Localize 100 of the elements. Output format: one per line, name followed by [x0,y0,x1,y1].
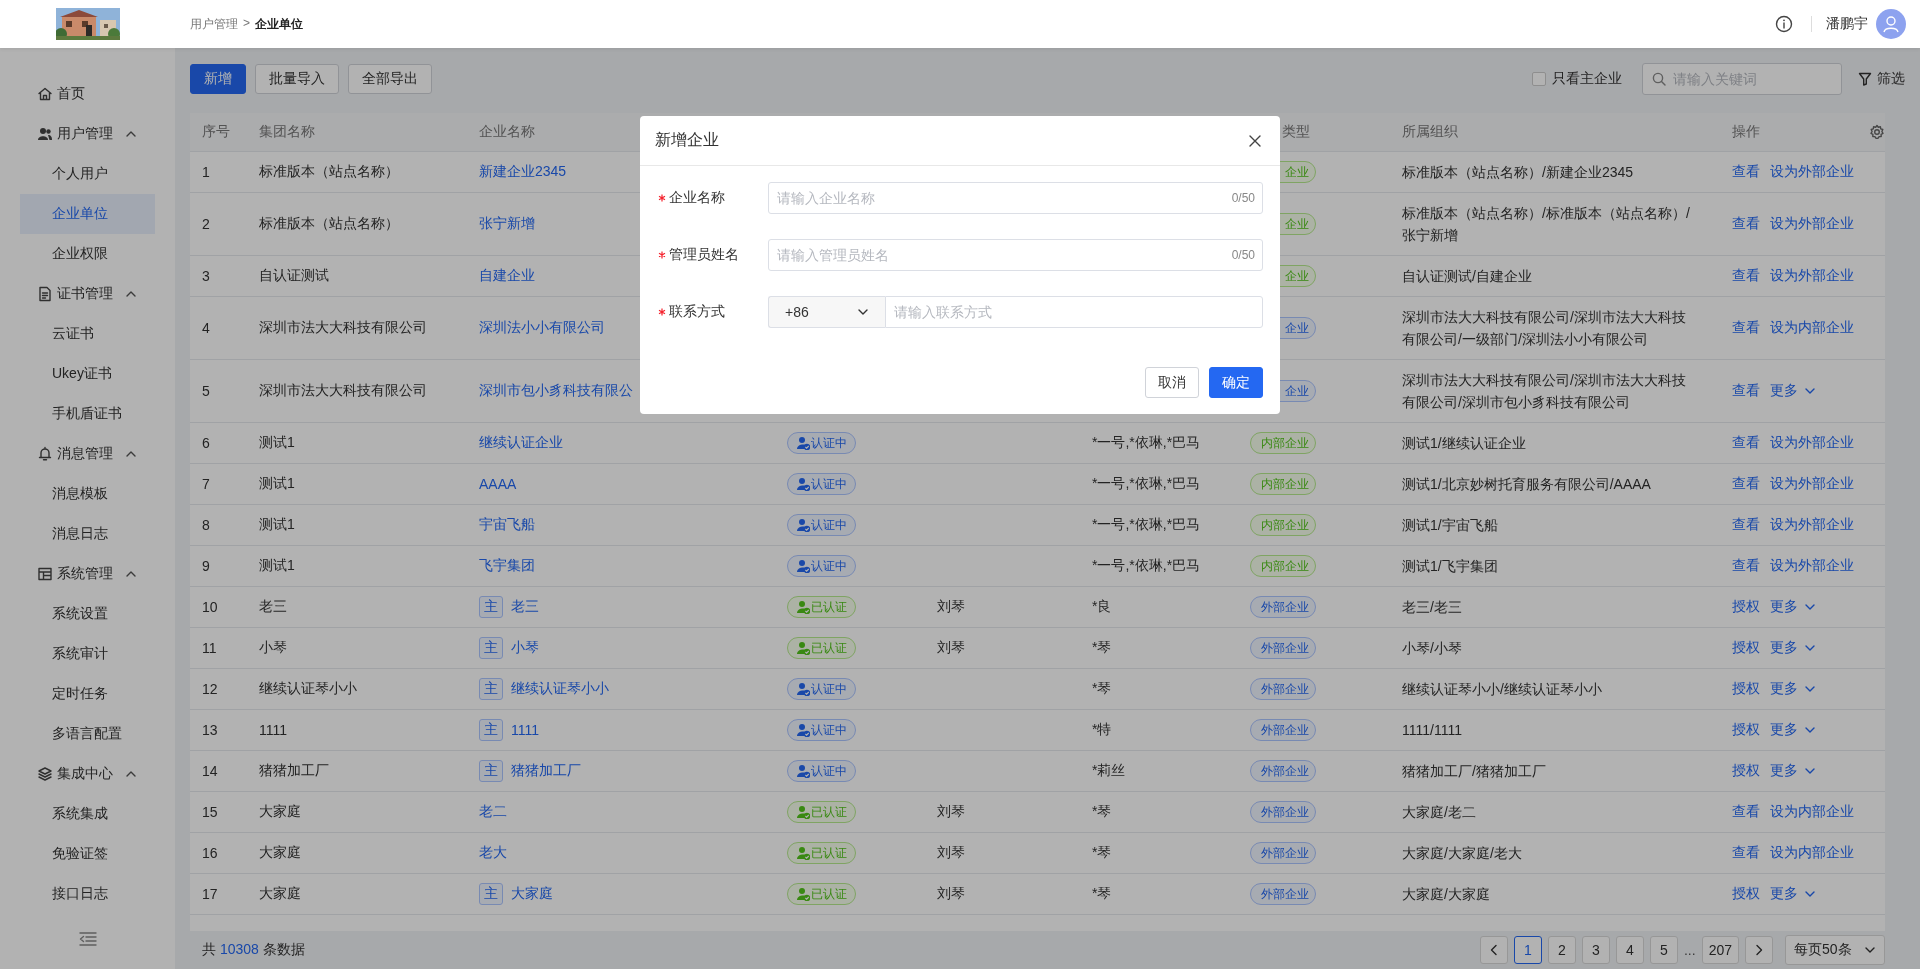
sidebar-item[interactable]: 系统设置 [20,594,155,634]
sidebar-item[interactable]: 系统审计 [20,634,155,674]
sidebar-item[interactable]: 用户管理 [20,114,155,154]
sidebar-item[interactable]: 首页 [20,74,155,114]
more-link[interactable]: 更多 [1770,885,1816,903]
sidebar-item[interactable]: 云证书 [20,314,155,354]
action-link[interactable]: 授权 [1732,639,1760,657]
action-link[interactable]: 设为外部企业 [1770,557,1854,575]
page-size-select[interactable]: 每页50条 [1785,935,1885,965]
country-code-select[interactable]: +86 [768,296,885,328]
info-icon[interactable] [1775,15,1793,33]
sidebar-item[interactable]: 企业单位 [20,194,155,234]
action-link[interactable]: 授权 [1732,885,1760,903]
action-link[interactable]: 查看 [1732,844,1760,862]
action-link[interactable]: 查看 [1732,215,1760,233]
sidebar-item[interactable]: 个人用户 [20,154,155,194]
menu-item-icon [37,766,53,782]
sidebar-item[interactable]: 系统管理 [20,554,155,594]
more-link[interactable]: 更多 [1770,598,1816,616]
action-link[interactable]: 查看 [1732,163,1760,181]
action-link[interactable]: 查看 [1732,319,1760,337]
action-link[interactable]: 查看 [1732,557,1760,575]
company-link[interactable]: 继续认证企业 [479,434,563,452]
settings-icon[interactable] [1869,124,1885,140]
company-link[interactable]: 宇宙飞船 [479,516,535,534]
sidebar-item[interactable]: 企业权限 [20,234,155,274]
action-link[interactable]: 查看 [1732,434,1760,452]
more-link[interactable]: 更多 [1770,680,1816,698]
more-link[interactable]: 更多 [1770,639,1816,657]
previous-page-button[interactable] [1479,936,1508,964]
page-button[interactable]: 2 [1547,936,1576,964]
sidebar-item[interactable]: 证书管理 [20,274,155,314]
group-name: 自认证测试 [259,267,329,285]
company-link[interactable]: 新建企业2345 [479,163,567,181]
action-link[interactable]: 设为外部企业 [1770,475,1854,493]
company-link[interactable]: 深圳市包小豸科技有限公 [479,382,633,400]
sidebar-item[interactable]: 消息管理 [20,434,155,474]
close-icon[interactable] [1248,133,1262,148]
action-link[interactable]: 授权 [1732,680,1760,698]
company-link[interactable]: 1111 [511,722,540,738]
action-link[interactable]: 设为内部企业 [1770,803,1854,821]
sidebar-item[interactable]: 手机盾证书 [20,394,155,434]
page-button[interactable]: 5 [1649,936,1678,964]
confirm-button[interactable]: 确定 [1209,367,1263,398]
type-tag: 外部企业 [1250,637,1316,659]
sidebar-item[interactable]: 定时任务 [20,674,155,714]
sidebar-item[interactable]: 集成中心 [20,754,155,794]
add-button[interactable]: 新增 [190,64,246,94]
toolbar-button[interactable]: 批量导入 [255,64,339,94]
action-link[interactable]: 设为外部企业 [1770,267,1854,285]
sidebar-item[interactable]: 系统集成 [20,794,155,834]
page-button[interactable]: 1 [1513,936,1542,964]
action-link[interactable]: 查看 [1732,382,1760,400]
action-link[interactable]: 查看 [1732,516,1760,534]
company-link[interactable]: 自建企业 [479,267,535,285]
action-link[interactable]: 授权 [1732,721,1760,739]
sidebar-item[interactable]: 多语言配置 [20,714,155,754]
action-link[interactable]: 查看 [1732,803,1760,821]
company-link[interactable]: 小琴 [511,639,539,657]
company-link[interactable]: AAAA [479,476,517,492]
company-link[interactable]: 猪猪加工厂 [511,762,581,780]
filter-button[interactable]: 筛选 [1858,70,1905,88]
cancel-button[interactable]: 取消 [1145,367,1199,398]
next-page-button[interactable] [1745,936,1773,964]
sidebar-item[interactable]: 接口日志 [20,874,155,914]
status-text: 认证中 [811,475,847,493]
action-link[interactable]: 设为内部企业 [1770,844,1854,862]
company-link[interactable]: 老二 [479,803,507,821]
action-link[interactable]: 设为外部企业 [1770,163,1854,181]
page-button[interactable]: 3 [1581,936,1610,964]
company-link[interactable]: 飞宇集团 [479,557,535,575]
sidebar-item[interactable]: 消息日志 [20,514,155,554]
sidebar-item[interactable]: 免验证签 [20,834,155,874]
company-link[interactable]: 大家庭 [511,885,553,903]
page-button[interactable]: 4 [1615,936,1644,964]
phone-field[interactable]: 请输入联系方式 [885,296,1263,328]
action-link[interactable]: 授权 [1732,762,1760,780]
company-link[interactable]: 深圳法小小有限公司 [479,319,605,337]
more-link[interactable]: 更多 [1770,721,1816,739]
sidebar-item[interactable]: Ukey证书 [20,354,155,394]
checkbox-label[interactable]: 只看主企业 [1552,70,1622,88]
status-text: 已认证 [811,803,847,821]
action-link[interactable]: 设为内部企业 [1770,319,1854,337]
page-button[interactable]: 207 [1701,936,1739,964]
action-link[interactable]: 授权 [1732,598,1760,616]
company-link[interactable]: 继续认证琴小小 [511,680,609,698]
sidebar-item[interactable]: 消息模板 [20,474,155,514]
action-link[interactable]: 查看 [1732,267,1760,285]
company-link[interactable]: 老三 [511,598,539,616]
more-link[interactable]: 更多 [1770,762,1816,780]
company-link[interactable]: 张宁新增 [479,215,535,233]
action-link[interactable]: 设为外部企业 [1770,215,1854,233]
action-link[interactable]: 设为外部企业 [1770,434,1854,452]
action-link[interactable]: 查看 [1732,475,1760,493]
breadcrumb-item[interactable]: 用户管理 [190,15,238,33]
company-link[interactable]: 老大 [479,844,507,862]
checkbox[interactable] [1532,72,1546,86]
action-link[interactable]: 设为外部企业 [1770,516,1854,534]
toolbar-button[interactable]: 全部导出 [348,64,432,94]
more-link[interactable]: 更多 [1770,382,1816,400]
